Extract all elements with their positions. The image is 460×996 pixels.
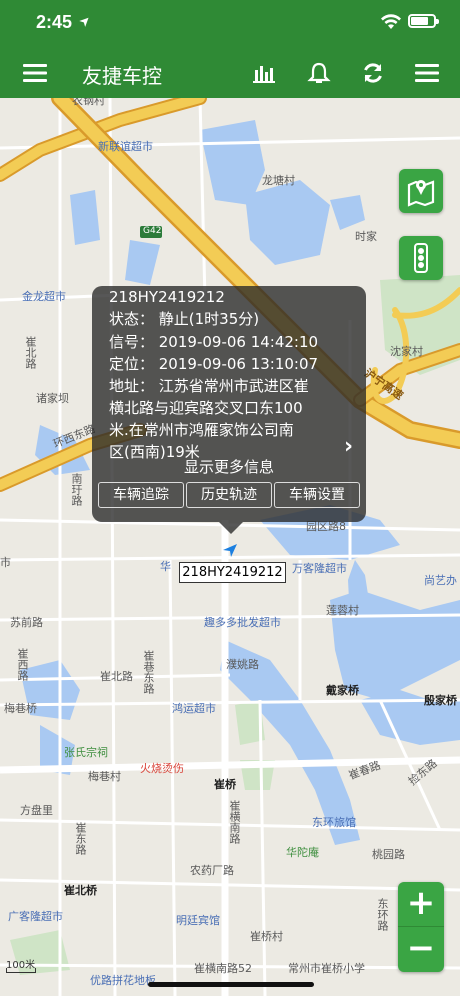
list-icon[interactable]: [414, 60, 440, 86]
status-bar: 2:45 ➤: [0, 0, 460, 48]
map-label: 崔北路: [100, 670, 133, 683]
map-label: 农钢村: [72, 98, 105, 107]
map-label: 万客隆超市: [292, 562, 347, 575]
vehicle-plate-label[interactable]: 218HY2419212: [179, 562, 286, 583]
popup-status: 状态： 静止(1时35分): [109, 310, 260, 328]
map-label: 金龙超市: [22, 290, 66, 303]
bar-chart-icon[interactable]: [252, 60, 278, 86]
map-label: 趣多多批发超市: [204, 616, 281, 629]
map-label: 市: [0, 556, 11, 569]
map-label: 戴家桥: [326, 684, 359, 697]
history-track-button[interactable]: 历史轨迹: [186, 482, 272, 508]
map-label: 崔北路: [24, 336, 37, 369]
menu-icon[interactable]: [22, 60, 48, 86]
map-label: 华陀庵: [286, 846, 319, 859]
map-label: 常州市崔桥小学: [288, 962, 365, 975]
map-label: 沈家村: [390, 345, 423, 358]
map-label: 崔西路: [16, 648, 29, 681]
popup-address-line: 米.在常州市鸿雁家饰公司南: [109, 421, 294, 439]
map-label: 张氏宗祠: [64, 746, 108, 759]
popup-address-line: 地址： 江苏省常州市武进区崔: [109, 377, 309, 395]
map-scale: 100米: [6, 956, 36, 973]
refresh-icon[interactable]: [360, 60, 386, 86]
map-label: 南玗路: [70, 473, 83, 506]
vehicle-settings-button[interactable]: 车辆设置: [274, 482, 360, 508]
map-label: 鸿运超市: [172, 702, 216, 715]
map-label: 崔桥: [214, 778, 236, 791]
map-label: 东环路: [376, 898, 389, 931]
traffic-light-icon: [414, 243, 428, 273]
popup-plate: 218HY2419212: [109, 288, 225, 306]
map-label: 崔北桥: [64, 884, 97, 897]
map-label: 崔东路: [74, 822, 87, 855]
page-title: 友捷车控: [82, 64, 162, 88]
map-label: 方盘里: [20, 804, 53, 817]
status-time: 2:45: [36, 12, 73, 32]
map-label: 优路拼花地板: [90, 974, 156, 987]
traffic-button[interactable]: [399, 236, 443, 280]
zoom-out-button[interactable]: −: [398, 927, 444, 971]
battery-icon: [408, 14, 439, 28]
map-label: 崔桥村: [250, 930, 283, 943]
map-pin-icon: [407, 180, 435, 207]
vehicle-arrow-icon[interactable]: [222, 542, 238, 558]
map-label: 诸家坝: [36, 392, 69, 405]
map-label: 火烧烫伤: [140, 762, 184, 775]
map-label: 尚艺办: [424, 574, 457, 587]
map-label: 崔横南路: [228, 800, 241, 844]
vehicle-tracking-button[interactable]: 车辆追踪: [98, 482, 184, 508]
map-label: 农药厂路: [190, 864, 234, 877]
map-label: 濮姚路: [226, 658, 259, 671]
app-screen: 2:45 ➤ 友捷车控 农钢村 新联谊超市 龙塘村 G42 时家 金龙超市 崔北…: [0, 0, 460, 996]
map-label: 梅巷桥: [4, 702, 37, 715]
map-label: 苏前路: [10, 616, 43, 629]
home-indicator: [148, 982, 314, 987]
wifi-icon: [381, 14, 401, 29]
zoom-control: + −: [398, 882, 444, 972]
map-label: 明廷宾馆: [176, 914, 220, 927]
map-label: 广客隆超市: [8, 910, 63, 923]
bell-icon[interactable]: [306, 60, 332, 86]
popup-address-line: 横北路与迎宾路交叉口东100: [109, 399, 303, 417]
map-label: 东环旅馆: [312, 816, 356, 829]
map-label: 梅巷村: [88, 770, 121, 783]
map-layer-button[interactable]: [399, 169, 443, 213]
map-label: 华: [160, 560, 171, 573]
popup-pointer: [219, 522, 243, 534]
highway-shield-g42: G42: [143, 226, 162, 236]
map-label: 龙塘村: [262, 174, 295, 187]
app-bar: 友捷车控: [0, 48, 460, 98]
location-arrow-icon: ➤: [76, 12, 95, 31]
map-label: 莲蓉村: [326, 604, 359, 617]
map-label: 崔巷东路: [142, 650, 155, 694]
map-label: 桃园路: [372, 848, 405, 861]
zoom-in-button[interactable]: +: [398, 882, 444, 926]
map-label: 崔横南路52: [194, 962, 252, 975]
popup-signal: 信号： 2019-09-06 14:42:10: [109, 333, 319, 351]
map-label: 时家: [355, 230, 377, 243]
popup-position: 定位： 2019-09-06 13:10:07: [109, 355, 319, 373]
vehicle-info-popup: 218HY2419212 状态： 静止(1时35分) 信号： 2019-09-0…: [92, 286, 366, 534]
map-label: 新联谊超市: [98, 140, 153, 153]
show-more-info-link[interactable]: 显示更多信息: [92, 456, 366, 477]
map-label: 殷家桥: [424, 694, 457, 707]
